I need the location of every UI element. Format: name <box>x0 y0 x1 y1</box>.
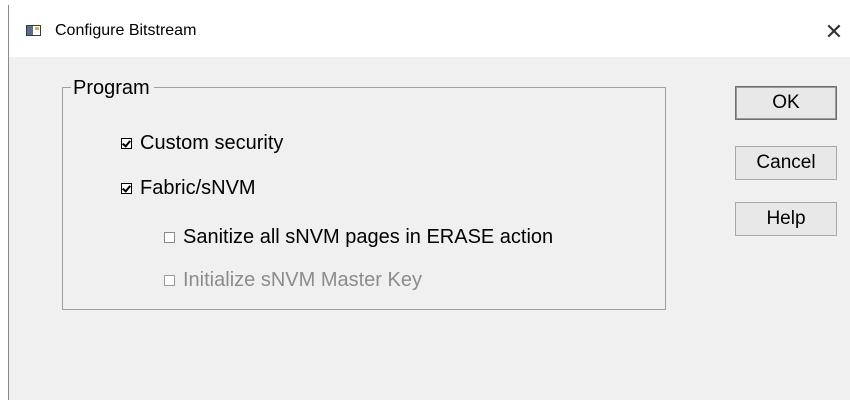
program-group-label: Program <box>71 77 154 99</box>
cancel-button[interactable]: Cancel <box>735 146 837 180</box>
initialize-master-key-label: Initialize sNVM Master Key <box>183 269 422 291</box>
sanitize-snvm-checkbox[interactable]: Sanitize all sNVM pages in ERASE action <box>164 226 553 249</box>
window-title: Configure Bitstream <box>55 22 197 39</box>
title-bar: Configure Bitstream ✕ <box>9 5 850 57</box>
fabric-snvm-checkbox[interactable]: Fabric/sNVM <box>121 177 256 200</box>
custom-security-checkbox[interactable]: Custom security <box>121 132 283 155</box>
help-button[interactable]: Help <box>735 202 837 236</box>
checkbox-unchecked-icon[interactable] <box>164 232 175 243</box>
initialize-master-key-checkbox: Initialize sNVM Master Key <box>164 269 422 292</box>
app-icon-strip <box>27 26 33 35</box>
configure-bitstream-dialog: Configure Bitstream ✕ Program Custom sec… <box>8 5 850 400</box>
sanitize-snvm-label: Sanitize all sNVM pages in ERASE action <box>183 226 554 248</box>
ok-button[interactable]: OK <box>735 86 837 120</box>
fabric-snvm-label: Fabric/sNVM <box>140 177 256 199</box>
checkbox-checked-icon[interactable] <box>121 183 132 194</box>
app-window-icon <box>26 25 41 36</box>
app-icon-dot <box>35 27 39 30</box>
checkbox-disabled-icon <box>164 275 175 286</box>
custom-security-label: Custom security <box>140 132 284 154</box>
checkbox-checked-icon[interactable] <box>121 138 132 149</box>
close-button[interactable]: ✕ <box>819 17 849 47</box>
